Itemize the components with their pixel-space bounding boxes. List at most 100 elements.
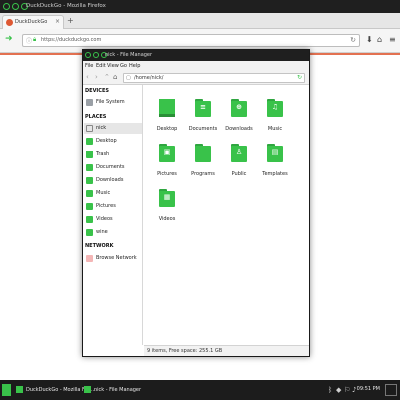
file-item-label: Templates (262, 171, 288, 177)
file-item-programs[interactable]: Programs (184, 144, 222, 184)
file-manager-titlebar[interactable]: nick - File Manager (83, 50, 309, 61)
fm-minimize-button[interactable] (93, 52, 99, 58)
sidebar-item-documents[interactable]: Documents (84, 162, 142, 173)
notification-icon[interactable]: ◆ (336, 386, 341, 394)
menu-view[interactable]: View (107, 63, 119, 69)
music-folder-icon: ♫ (267, 99, 283, 117)
network-icon (86, 255, 93, 262)
home-icon[interactable]: ⌂ (377, 35, 382, 44)
menu-go[interactable]: Go (120, 63, 127, 69)
back-icon[interactable]: ➜ (5, 34, 13, 44)
path-go-icon[interactable]: ↻ (297, 74, 302, 81)
sidebar-item-label: Documents (96, 164, 125, 170)
drive-icon (86, 99, 93, 106)
sidebar-devices-heading: DEVICES (85, 88, 109, 94)
folder-icon (86, 229, 93, 236)
url-bar[interactable]: ⓘ 🔒︎ https://duckduckgo.com ↻ (22, 34, 360, 47)
download-icon[interactable]: ⬇ (366, 35, 373, 44)
file-item-documents[interactable]: ≡ Documents (184, 99, 222, 139)
folder-icon (86, 177, 93, 184)
menu-help[interactable]: Help (129, 63, 140, 69)
sidebar-item-label: nick (96, 125, 107, 131)
desktop-icon (86, 138, 93, 145)
documents-folder-icon: ≡ (195, 99, 211, 117)
sidebar-item-file-system[interactable]: File System (84, 97, 142, 108)
window-controls[interactable] (3, 3, 28, 10)
task-firefox[interactable]: DuckDuckGo - Mozilla Fire... (14, 383, 96, 397)
fm-window-controls[interactable] (85, 52, 107, 58)
file-item-label: Pictures (157, 171, 177, 177)
menu-icon[interactable]: ≡ (389, 35, 396, 44)
bluetooth-icon[interactable]: ᛒ (328, 386, 332, 394)
sidebar-item-label: Pictures (96, 203, 116, 209)
menu-file[interactable]: File (85, 63, 93, 69)
clock[interactable]: 09:51 PM (357, 386, 380, 392)
sidebar-item-trash[interactable]: Trash (84, 149, 142, 160)
fm-up-icon[interactable]: ⌃ (104, 73, 110, 81)
sidebar-item-label: Browse Network (96, 255, 137, 261)
sidebar-item-label: Videos (96, 216, 113, 222)
file-item-desktop[interactable]: Desktop (148, 99, 186, 139)
sidebar-places-heading: PLACES (85, 114, 107, 120)
file-manager-title: nick - File Manager (105, 52, 153, 58)
sidebar-item-wine[interactable]: wine (84, 227, 142, 238)
taskbar: DuckDuckGo - Mozilla Fire... nick - File… (0, 380, 400, 400)
tab-close-icon[interactable]: × (55, 18, 60, 25)
sidebar-item-desktop[interactable]: Desktop (84, 136, 142, 147)
sidebar-item-downloads[interactable]: Downloads (84, 175, 142, 186)
sidebar-item-videos[interactable]: Videos (84, 214, 142, 225)
task-file-manager[interactable]: nick - File Manager (82, 383, 152, 397)
fm-close-button[interactable] (85, 52, 91, 58)
sidebar-item-label: Music (96, 190, 111, 196)
fm-statusbar: 9 items, Free space: 255.1 GB (144, 345, 309, 356)
file-item-music[interactable]: ♫ Music (256, 99, 294, 139)
file-item-templates[interactable]: ▤ Templates (256, 144, 294, 184)
file-item-videos[interactable]: ▦ Videos (148, 189, 186, 229)
fm-menubar: File Edit View Go Help (83, 61, 309, 71)
file-item-public[interactable]: ♙ Public (220, 144, 258, 184)
pictures-folder-icon: ▣ (159, 144, 175, 162)
sidebar-item-browse-network[interactable]: Browse Network (84, 253, 142, 264)
file-item-downloads[interactable]: ⊕ Downloads (220, 99, 258, 139)
trash-icon (86, 151, 93, 158)
status-text: 9 items, Free space: 255.1 GB (147, 348, 223, 354)
menu-edit[interactable]: Edit (96, 63, 106, 69)
sidebar-item-nick[interactable]: nick (84, 123, 142, 134)
fm-forward-icon[interactable]: › (95, 73, 98, 81)
start-menu-button[interactable] (2, 384, 11, 396)
sidebar-item-label: wine (96, 229, 108, 235)
sidebar-item-label: File System (96, 99, 125, 105)
sidebar-item-music[interactable]: Music (84, 188, 142, 199)
reload-icon[interactable]: ↻ (350, 36, 356, 44)
sidebar-network-heading: NETWORK (85, 243, 114, 249)
tab-label: DuckDuckGo (15, 19, 48, 25)
firefox-task-icon (16, 386, 23, 393)
workspace-switcher-icon[interactable] (385, 384, 397, 396)
browser-window-title: DuckDuckGo - Mozilla Firefox (26, 3, 106, 9)
new-tab-button[interactable]: + (67, 16, 74, 25)
folder-icon (86, 216, 93, 223)
sidebar-item-pictures[interactable]: Pictures (84, 201, 142, 212)
fm-home-icon[interactable]: ⌂ (113, 73, 117, 81)
fm-back-icon[interactable]: ‹ (86, 73, 89, 81)
folder-icon (86, 190, 93, 197)
url-text[interactable]: https://duckduckgo.com (41, 37, 101, 43)
browser-tab[interactable]: DuckDuckGo × (2, 15, 64, 29)
close-window-button[interactable] (3, 3, 10, 10)
desktop-icon (159, 99, 175, 117)
file-item-label: Downloads (225, 126, 253, 132)
info-icon[interactable]: ⓘ (26, 36, 32, 45)
programs-folder-icon (195, 144, 211, 162)
fm-toolbar: ‹ › ⌃ ⌂ ▢ /home/nick/ ↻ (83, 71, 309, 85)
fm-path-bar[interactable]: ▢ /home/nick/ ↻ (123, 73, 305, 83)
path-text[interactable]: /home/nick/ (134, 75, 163, 81)
duckduckgo-favicon-icon (6, 19, 13, 26)
sidebar-item-label: Trash (96, 151, 110, 157)
fm-sidebar: DEVICES File System PLACES nick Desktop … (83, 85, 143, 345)
file-item-pictures[interactable]: ▣ Pictures (148, 144, 186, 184)
network-tray-icon[interactable]: ⚐ (344, 386, 350, 394)
folder-icon (86, 203, 93, 210)
file-item-label: Music (267, 126, 283, 132)
home-icon (86, 125, 93, 132)
minimize-window-button[interactable] (12, 3, 19, 10)
